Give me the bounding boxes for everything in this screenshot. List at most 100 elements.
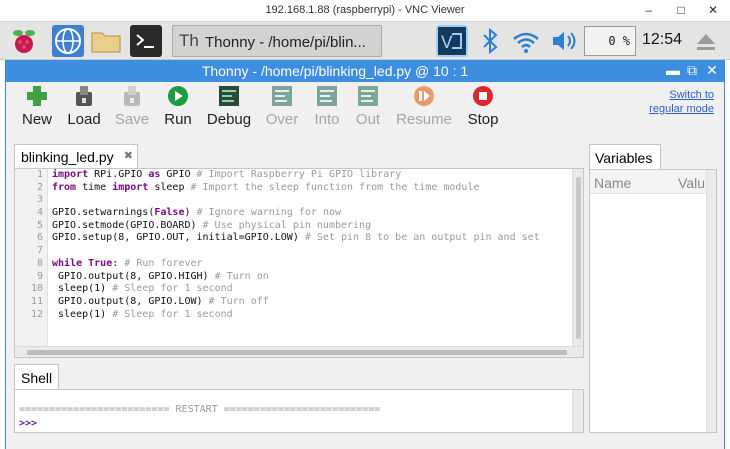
run-button[interactable]: Run — [162, 85, 194, 128]
new-button[interactable]: New — [21, 85, 53, 128]
vnc-titlebar: 192.168.1.88 (raspberrypi) - VNC Viewer … — [0, 0, 730, 22]
taskbar-task-thonny[interactable]: Th Thonny - /home/pi/blin... — [172, 25, 382, 57]
code-line[interactable] — [52, 245, 571, 258]
code-text: GPIO — [160, 169, 197, 180]
code-comment: # Import Raspberry Pi GPIO library — [196, 169, 402, 180]
variables-header: Name Valu — [590, 170, 716, 194]
variables-name-column[interactable]: Name — [594, 175, 631, 191]
code-line[interactable] — [52, 194, 571, 207]
taskbar-task-label: Thonny - /home/pi/blin... — [205, 34, 366, 51]
code-line[interactable]: GPIO.output(8, GPIO.LOW) # Turn off — [52, 296, 571, 309]
code-line[interactable]: while True: # Run forever — [52, 258, 571, 271]
volume-icon[interactable] — [548, 25, 580, 57]
new-label: New — [21, 111, 52, 128]
line-number: 2 — [36, 181, 43, 193]
code-editor[interactable]: 1 2 3 4 5 6 7 8 9 10 11 12 import RPi.GPIO as GPIO … — [14, 168, 584, 358]
resume-button[interactable]: Resume — [395, 85, 453, 128]
editor-horizontal-scrollbar[interactable] — [15, 346, 583, 357]
code-comment: # Set pin 8 to be an output pin and set — [304, 232, 540, 244]
variables-scrollbar[interactable] — [706, 170, 716, 432]
scrollbar-thumb[interactable] — [27, 350, 567, 355]
terminal-icon[interactable] — [130, 25, 162, 57]
shell-panel[interactable]: ========================= RESTART ======… — [14, 389, 584, 433]
code-keyword: True — [88, 257, 113, 269]
window-minimize-button[interactable]: ▬ — [664, 62, 682, 78]
code-text: sleep(1) — [52, 308, 113, 320]
code-line[interactable]: GPIO.setup(8, GPIO.OUT, initial=GPIO.LOW… — [52, 232, 571, 245]
thonny-window: Thonny - /home/pi/blinking_led.py @ 10 :… — [5, 60, 725, 449]
out-label: Out — [355, 111, 381, 128]
code-line[interactable]: sleep(1) # Sleep for 1 second — [52, 283, 571, 296]
toolbar: New Load Save Run Debug Over Into Out Re… — [6, 82, 724, 138]
line-number: 7 — [36, 245, 43, 257]
step-over-button[interactable]: Over — [265, 85, 299, 128]
load-button[interactable]: Load — [66, 85, 102, 128]
code-text: time — [76, 181, 113, 193]
bluetooth-icon[interactable] — [474, 25, 506, 57]
line-number: 10 — [30, 283, 43, 295]
editor-tab-blinking-led[interactable]: blinking_led.py ✖ — [14, 144, 138, 168]
file-manager-icon[interactable] — [90, 25, 122, 57]
variables-panel: Name Valu — [589, 169, 717, 433]
code-line[interactable]: sleep(1) # Sleep for 1 second — [52, 309, 571, 322]
raspberry-menu-icon[interactable] — [8, 25, 40, 57]
stop-icon — [473, 86, 493, 106]
code-keyword: import — [112, 181, 149, 193]
code-line[interactable]: from time import sleep # Import the slee… — [52, 182, 571, 195]
stop-label: Stop — [467, 111, 499, 128]
code-text: GPIO.setmode(GPIO.BOARD) — [52, 219, 203, 231]
debug-button[interactable]: Debug — [206, 85, 252, 128]
shell-prompt[interactable]: >>> — [19, 418, 37, 429]
thonny-icon: Th — [179, 31, 199, 50]
code-keyword: import — [52, 169, 89, 180]
line-number: 8 — [36, 257, 43, 269]
code-comment: # Use physical pin numbering — [202, 219, 372, 231]
editor-vertical-scrollbar[interactable] — [572, 169, 583, 347]
vnc-minimize-button[interactable]: – — [636, 3, 662, 18]
tab-close-icon[interactable]: ✖ — [124, 149, 133, 162]
code-comment: # Import the sleep function from the tim… — [190, 181, 480, 193]
code-text: RPi.GPIO — [88, 169, 149, 180]
code-text: GPIO.setwarnings( — [52, 207, 155, 219]
code-comment: # Sleep for 1 second — [112, 283, 233, 295]
clock[interactable]: 12:54 — [642, 31, 682, 49]
window-close-button[interactable]: ✕ — [703, 62, 721, 79]
code-line[interactable]: GPIO.setmode(GPIO.BOARD) # Use physical … — [52, 220, 571, 233]
switch-to-regular-mode-link[interactable]: Switch to regular mode — [649, 88, 714, 116]
run-icon — [168, 86, 188, 106]
shell-scrollbar[interactable] — [572, 390, 583, 432]
cpu-monitor[interactable]: 0 % — [584, 26, 636, 56]
vnc-icon[interactable]: V — [436, 25, 468, 57]
shell-tab[interactable]: Shell — [14, 364, 59, 389]
code-area[interactable]: import RPi.GPIO as GPIO # Import Raspber… — [52, 169, 571, 347]
stop-button[interactable]: Stop — [466, 85, 500, 128]
code-text: GPIO.setup(8, GPIO.OUT, initial=GPIO.LOW… — [52, 232, 305, 244]
variables-value-column[interactable]: Valu — [678, 175, 705, 191]
code-line[interactable]: import RPi.GPIO as GPIO # Import Raspber… — [52, 169, 571, 182]
code-line[interactable]: GPIO.output(8, GPIO.HIGH) # Turn on — [52, 271, 571, 284]
shell-restart-line: ========================= RESTART ======… — [19, 404, 381, 415]
vnc-maximize-button[interactable]: □ — [668, 3, 694, 18]
code-line[interactable]: GPIO.setwarnings(False) # Ignore warning… — [52, 207, 571, 220]
shell-tab-label: Shell — [21, 370, 53, 386]
line-number: 4 — [36, 207, 43, 219]
step-into-icon — [317, 86, 337, 106]
line-number-gutter: 1 2 3 4 5 6 7 8 9 10 11 12 — [15, 169, 48, 347]
step-into-button[interactable]: Into — [312, 85, 342, 128]
variables-tab[interactable]: Variables — [589, 144, 661, 169]
web-browser-icon[interactable] — [52, 25, 84, 57]
eject-icon[interactable] — [690, 25, 722, 57]
wifi-icon[interactable] — [510, 25, 542, 57]
scrollbar-thumb[interactable] — [576, 177, 581, 339]
code-text: GPIO.output(8, GPIO.HIGH) — [52, 270, 215, 282]
code-comment: # Run forever — [124, 257, 203, 269]
code-keyword: False — [154, 207, 185, 219]
code-keyword: from — [52, 181, 77, 193]
save-button[interactable]: Save — [114, 85, 150, 128]
resume-icon — [414, 86, 434, 106]
code-comment: # Ignore warning for now — [196, 207, 342, 219]
step-out-button[interactable]: Out — [354, 85, 382, 128]
vnc-close-button[interactable]: ✕ — [700, 3, 726, 18]
load-icon — [76, 86, 92, 106]
window-maximize-button[interactable]: ⧉ — [683, 62, 701, 79]
